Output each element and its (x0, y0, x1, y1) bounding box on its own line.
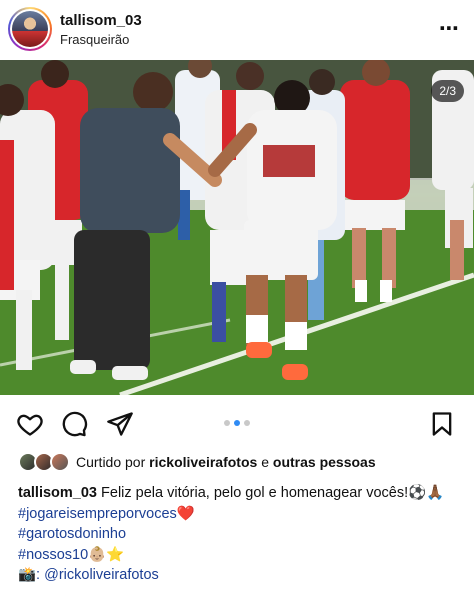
post-photo[interactable]: 2/3 (0, 60, 474, 395)
carousel-dot (224, 420, 230, 426)
username-link[interactable]: tallisom_03 (60, 12, 142, 29)
post-header: tallisom_03 Frasqueirão ⋯ (0, 0, 474, 58)
liker-username[interactable]: rickoliveirafotos (149, 454, 257, 470)
more-options-icon[interactable]: ⋯ (439, 16, 460, 41)
football-scene (0, 60, 474, 395)
avatar[interactable] (8, 7, 52, 51)
image-counter-badge: 2/3 (431, 80, 464, 102)
post-caption: tallisom_03 Feliz pela vitória, pelo gol… (18, 483, 458, 586)
photo-credit-link[interactable]: 📸: @rickoliveirafotos (18, 565, 458, 586)
hashtag-link[interactable]: #jogareisempreporvoces❤️ (18, 504, 458, 525)
carousel-indicator (0, 420, 474, 426)
location-link[interactable]: Frasqueirão (60, 32, 129, 47)
likes-row[interactable]: Curtido por rickoliveirafotos e outras p… (18, 452, 458, 474)
liker-avatar (50, 452, 70, 472)
hashtag-link[interactable]: #garotosdoninho (18, 524, 458, 545)
caption-username[interactable]: tallisom_03 (18, 485, 97, 501)
others-link[interactable]: outras pessoas (273, 454, 376, 470)
likes-text: Curtido por rickoliveirafotos e outras p… (76, 454, 376, 470)
caption-text: Feliz pela vitória, pelo gol e homenagea… (97, 485, 445, 501)
avatar-image (12, 11, 48, 47)
carousel-dot-active (234, 420, 240, 426)
carousel-dot (244, 420, 250, 426)
hashtag-link[interactable]: #nossos10👶🏼⭐ (18, 545, 458, 566)
